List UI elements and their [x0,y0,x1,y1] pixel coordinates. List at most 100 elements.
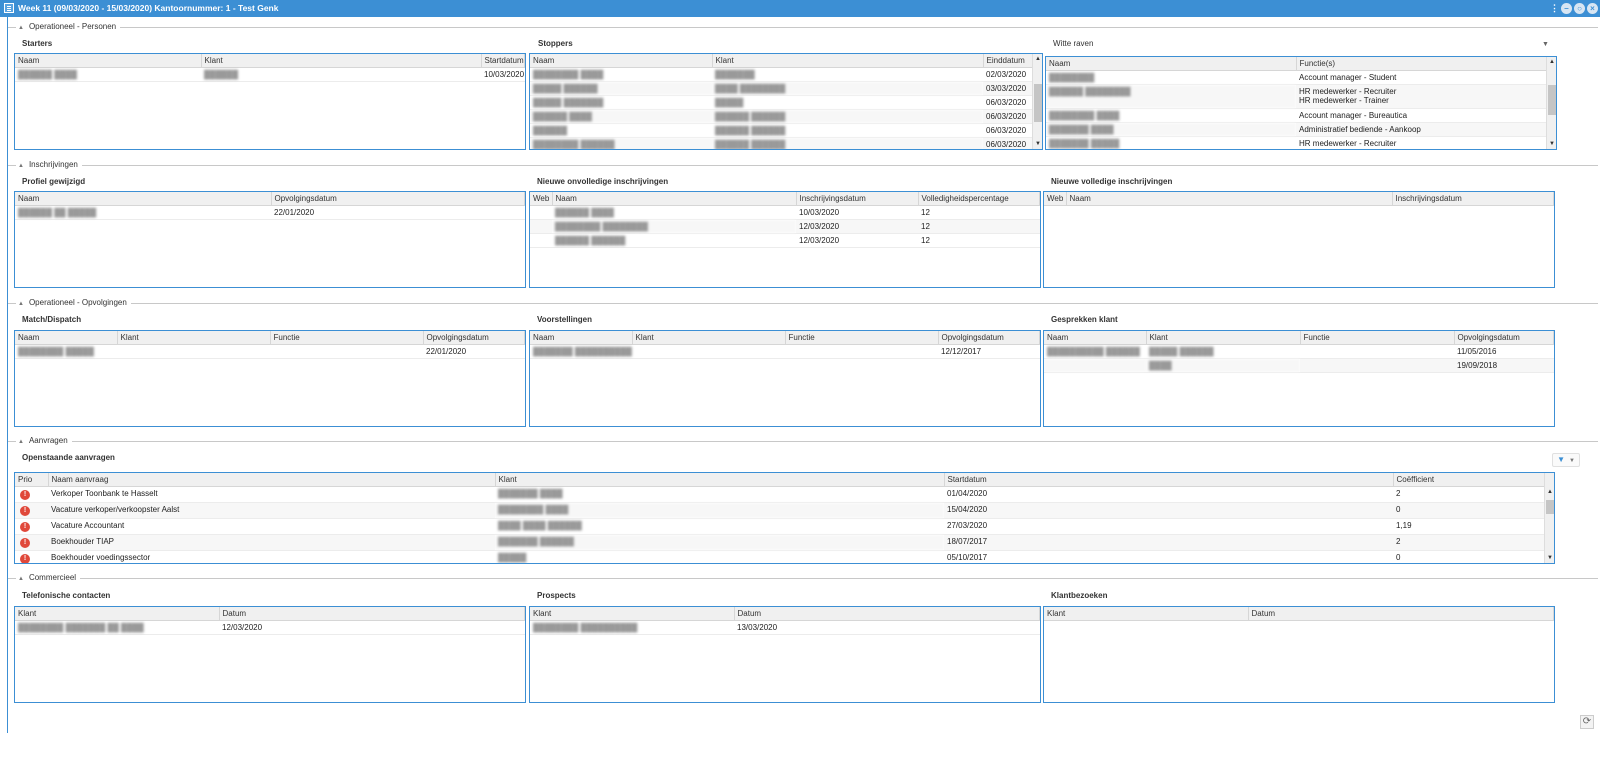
scroll-down-icon[interactable]: ▼ [1547,139,1556,149]
column-header[interactable]: Datum [219,607,525,621]
scroll-down-icon[interactable]: ▼ [1033,139,1042,149]
column-header[interactable]: Naam aanvraag [48,473,496,487]
column-header[interactable]: Opvolgingsdatum [423,331,525,345]
column-header[interactable]: Klant [712,54,984,68]
collapse-icon[interactable]: ▲ [18,160,24,172]
scroll-up-icon[interactable]: ▲ [1547,57,1556,67]
table-row[interactable]: █████ ██████ ████ ████████ 03/03/2020 [530,81,1033,96]
scroll-thumb[interactable] [1548,85,1556,115]
table-row[interactable]: ! Boekhouder TIAP ███████ ██████ 18/07/2017… [15,534,1545,551]
scroll-down-icon[interactable]: ▼ [1545,553,1554,563]
column-header[interactable]: Naam [1044,331,1147,345]
section-inschrijvingen[interactable]: ▲ Inschrijvingen [8,159,1598,172]
gesprekken-klant-grid[interactable]: Naam Klant Functie Opvolgingsdatum █████… [1043,330,1555,427]
scroll-up-icon[interactable]: ▲ [1033,54,1042,64]
table-row[interactable]: ! Vacature verkoper/verkoopster Aalst ████… [15,502,1545,519]
table-row[interactable]: ████████ ████ Account manager - Bureautic… [1046,108,1547,123]
table-row[interactable]: ███████ ████ Administratief bediende - Aa… [1046,122,1547,137]
table-row[interactable]: ████ 19/09/2018 [1044,358,1554,373]
table-row[interactable]: ███████ ████████████ 12/12/2017 [530,344,1040,359]
table-row[interactable]: ██████ ████████ HR medewerker - Recruiter… [1046,84,1547,109]
column-header[interactable]: Opvolgingsdatum [271,192,525,206]
scroll-thumb[interactable] [1034,84,1042,122]
column-header[interactable]: Opvolgingsdatum [1454,331,1554,345]
column-header[interactable]: Klant [201,54,482,68]
column-header[interactable]: Opvolgingsdatum [938,331,1040,345]
menu-icon[interactable]: ⋮ [1549,3,1560,14]
filter-button[interactable]: ▼ ▼ [1552,453,1580,467]
collapse-icon[interactable]: ▲ [18,573,24,585]
aanvragen-scrollbar[interactable]: ▲ ▼ [1544,473,1554,563]
column-header[interactable]: Functie [270,331,424,345]
column-header[interactable]: Klant [530,607,735,621]
profiel-gewijzigd-grid[interactable]: Naam Opvolgingsdatum ██████ ██ █████ 22/0… [14,191,526,288]
match-dispatch-grid[interactable]: Naam Klant Functie Opvolgingsdatum █████… [14,330,526,427]
volledige-grid[interactable]: Web Naam Inschrijvingsdatum [1043,191,1555,288]
section-personen[interactable]: ▲ Operationeel - Personen [8,21,1598,34]
refresh-button[interactable]: ⟳ [1580,715,1594,729]
chevron-down-icon[interactable]: ▼ [1542,41,1549,48]
table-row[interactable]: ████████ ████ ███████ 02/03/2020 [530,67,1033,82]
witte-raven-scrollbar[interactable]: ▲ ▼ [1546,57,1556,149]
column-header[interactable]: Klant [117,331,271,345]
table-row[interactable]: ! Verkoper Toonbank te Hasselt ███████ ███… [15,486,1545,503]
voorstellingen-grid[interactable]: Naam Klant Functie Opvolgingsdatum █████… [529,330,1041,427]
table-row[interactable]: ████████ █████ 22/01/2020 [15,344,525,359]
table-row[interactable]: ██████ ████ ██████ ██████ 06/03/2020 [530,109,1033,124]
scroll-up-icon[interactable]: ▲ [1545,487,1554,497]
column-header[interactable]: Naam [1046,57,1297,71]
column-header[interactable]: Klant [1044,607,1249,621]
column-header[interactable]: Volledigheidspercentage [918,192,1040,206]
table-row[interactable]: ██████ ██ █████ 22/01/2020 [15,205,525,220]
column-header[interactable]: Klant [632,331,786,345]
column-header[interactable]: Naam [15,54,202,68]
column-header[interactable]: Prio [15,473,49,487]
column-header[interactable]: Web [530,192,553,206]
column-header[interactable]: Klant [1146,331,1301,345]
restore-icon[interactable]: ○ [1574,3,1585,14]
close-icon[interactable]: × [1587,3,1598,14]
table-row[interactable]: ! Boekhouder voedingssector █████ 05/10/201… [15,550,1545,563]
table-row[interactable]: ████████ ██████████ 13/03/2020 [530,620,1040,635]
table-row[interactable]: ███████ █████ HR medewerker - Recruiter [1046,136,1547,149]
column-header[interactable]: Klant [495,473,945,487]
column-header[interactable]: Web [1044,192,1067,206]
section-aanvragen[interactable]: ▲ Aanvragen [8,435,1598,448]
table-row[interactable]: ██████ ██████ 12/03/2020 12 [530,233,1040,248]
column-header[interactable]: Startdatum [944,473,1394,487]
column-header[interactable]: Functie [785,331,939,345]
stoppers-grid[interactable]: Naam Klant Einddatum ████████ ████ ██████… [529,53,1043,150]
section-opvolgingen[interactable]: ▲ Operationeel - Opvolgingen [8,297,1598,310]
witte-raven-grid[interactable]: Naam Functie(s) ████████ Account manager … [1045,56,1557,150]
column-header[interactable]: Naam [15,192,272,206]
table-row[interactable]: █████ ███████ █████ 06/03/2020 [530,95,1033,110]
table-row[interactable]: ██████ ████ ██████ 10/03/2020 [15,67,525,82]
column-header[interactable]: Naam [530,54,713,68]
minimize-icon[interactable]: – [1561,3,1572,14]
onvolledige-grid[interactable]: Web Naam Inschrijvingsdatum Volledigheid… [529,191,1041,288]
column-header[interactable]: Startdatum [481,54,525,68]
column-header[interactable]: Einddatum [983,54,1033,68]
table-row[interactable]: ████████ ███████ ██ ████ 12/03/2020 [15,620,525,635]
column-header[interactable]: Coëfficient [1393,473,1545,487]
section-commercieel[interactable]: ▲ Commercieel [8,572,1598,585]
table-row[interactable]: ! Vacature Accountant ████ ████ ██████ 27/0… [15,518,1545,535]
column-header[interactable]: Functie [1300,331,1455,345]
column-header[interactable]: Datum [1248,607,1554,621]
column-header[interactable]: Naam [1066,192,1393,206]
table-row[interactable]: ██████████ ██████ █████ ██████ 11/05/2016 [1044,344,1554,359]
column-header[interactable]: Datum [734,607,1040,621]
openstaande-aanvragen-grid[interactable]: Prio Naam aanvraag Klant Startdatum Coëf… [14,472,1555,564]
prospects-grid[interactable]: Klant Datum ████████ ██████████ 13/03/202… [529,606,1041,703]
table-row[interactable]: ████████ Account manager - Student [1046,70,1547,85]
column-header[interactable]: Inschrijvingsdatum [796,192,919,206]
column-header[interactable]: Naam [15,331,118,345]
klantbezoeken-grid[interactable]: Klant Datum [1043,606,1555,703]
telefonische-contacten-grid[interactable]: Klant Datum ████████ ███████ ██ ████ 12/0… [14,606,526,703]
collapse-icon[interactable]: ▲ [18,436,24,448]
table-row[interactable]: ████████ ██████ ██████ ██████ 06/03/2020 [530,137,1033,149]
collapse-icon[interactable]: ▲ [18,22,24,34]
starters-grid[interactable]: Naam Klant Startdatum ██████ ████ ██████… [14,53,526,150]
column-header[interactable]: Naam [552,192,797,206]
column-header[interactable]: Inschrijvingsdatum [1392,192,1554,206]
